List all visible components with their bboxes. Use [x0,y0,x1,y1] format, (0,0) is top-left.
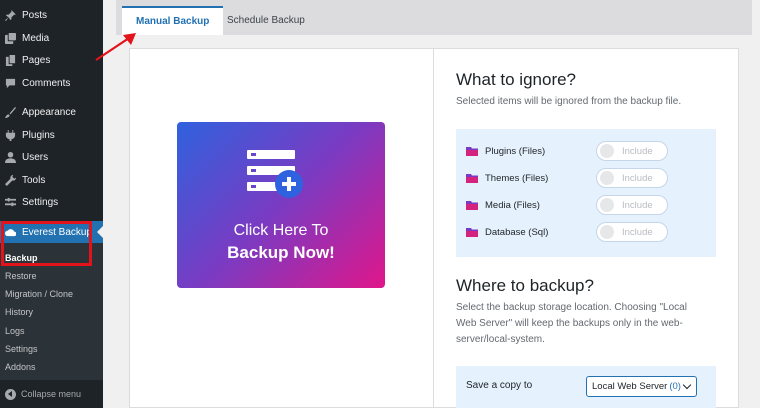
sidebar-item-media[interactable]: Media [0,27,103,49]
sidebar-item-tools[interactable]: Tools [0,169,103,191]
folder-icon [466,227,478,237]
sidebar-item-plugins[interactable]: Plugins [0,124,103,146]
where-title: Where to backup? [456,276,594,295]
sidebar-item-posts[interactable]: Posts [0,4,103,26]
collapse-arrow-icon [5,388,16,400]
submenu-item-logs[interactable]: Logs [5,326,25,336]
highlight-box [1,221,92,266]
submenu-item-restore[interactable]: Restore [5,271,37,281]
ignore-row-label: Themes (Files) [485,172,549,184]
toggle-label: Include [622,199,653,211]
users-icon [5,151,16,163]
ignore-row-themes: Themes (Files) Include [466,168,716,188]
sidebar-item-label: Comments [22,77,71,89]
pages-icon [5,54,16,66]
select-count: (0) [669,381,681,392]
ignore-row-label: Media (Files) [485,199,540,211]
ignore-options: Plugins (Files) Include Themes (Files) I… [456,129,716,257]
submenu-item-settings[interactable]: Settings [5,344,38,354]
toggle-label: Include [622,145,653,157]
pin-icon [5,9,16,21]
sidebar-item-comments[interactable]: Comments [0,72,103,94]
toggle-label: Include [622,226,653,238]
backup-cta-line2: Backup Now! [227,243,335,262]
where-description: Select the backup storage location. Choo… [456,302,687,345]
collapse-menu-label: Collapse menu [21,389,82,399]
toggle-knob [600,171,614,185]
settings-icon [5,197,16,208]
collapse-menu-button[interactable]: Collapse menu [0,383,103,405]
submenu-item-addons[interactable]: Addons [5,362,36,372]
ignore-row-database: Database (Sql) Include [466,222,716,242]
storage-location-select[interactable]: Local Web Server (0) [586,376,697,397]
sidebar-item-users[interactable]: Users [0,146,103,168]
folder-icon [466,200,478,210]
brush-icon [5,106,16,118]
submenu-item-migration-clone[interactable]: Migration / Clone [5,289,73,299]
backup-cta-line1: Click Here To [233,222,329,239]
tab-schedule-backup[interactable]: Schedule Backup [213,6,319,35]
toggle-knob [600,225,614,239]
ignore-row-label: Plugins (Files) [485,145,546,157]
tab-bar: Manual Backup Schedule Backup [116,0,752,35]
sidebar-item-label: Users [22,151,49,163]
plugin-icon [5,129,16,141]
include-toggle-plugins[interactable]: Include [596,141,668,161]
include-toggle-database[interactable]: Include [596,222,668,242]
sidebar-item-settings[interactable]: Settings [0,191,103,213]
comments-icon [5,78,16,89]
toggle-knob [600,144,614,158]
sidebar-item-label: Pages [22,54,51,66]
chevron-down-icon [682,380,692,390]
sidebar-item-label: Appearance [22,106,76,118]
sidebar-item-pages[interactable]: Pages [0,49,103,71]
panel-divider [433,48,434,408]
submenu-item-history[interactable]: History [5,307,33,317]
admin-sidebar: Posts Media Pages Comments Appearance Pl… [0,0,103,408]
include-toggle-themes[interactable]: Include [596,168,668,188]
ignore-row-media: Media (Files) Include [466,195,716,215]
active-indicator [97,226,103,238]
sidebar-item-label: Settings [22,196,59,208]
include-toggle-media[interactable]: Include [596,195,668,215]
folder-icon [466,173,478,183]
toggle-knob [600,198,614,212]
folder-icon [466,146,478,156]
ignore-description: Selected items will be ignored from the … [456,96,682,107]
server-add-icon [247,150,303,198]
toggle-label: Include [622,172,653,184]
wrench-icon [5,174,16,186]
sidebar-item-label: Tools [22,174,46,186]
ignore-row-plugins: Plugins (Files) Include [466,141,716,161]
sidebar-item-label: Posts [22,9,48,21]
ignore-row-label: Database (Sql) [485,226,549,238]
backup-now-button[interactable]: Click Here To Backup Now! [177,122,385,288]
ignore-title: What to ignore? [456,70,577,89]
sidebar-item-label: Plugins [22,129,55,141]
save-copy-label: Save a copy to [466,380,533,391]
select-value: Local Web Server [592,381,668,392]
sidebar-item-label: Media [22,32,50,44]
save-copy-row: Save a copy to Local Web Server (0) [456,366,716,408]
media-icon [5,32,16,44]
sidebar-item-appearance[interactable]: Appearance [0,101,103,123]
